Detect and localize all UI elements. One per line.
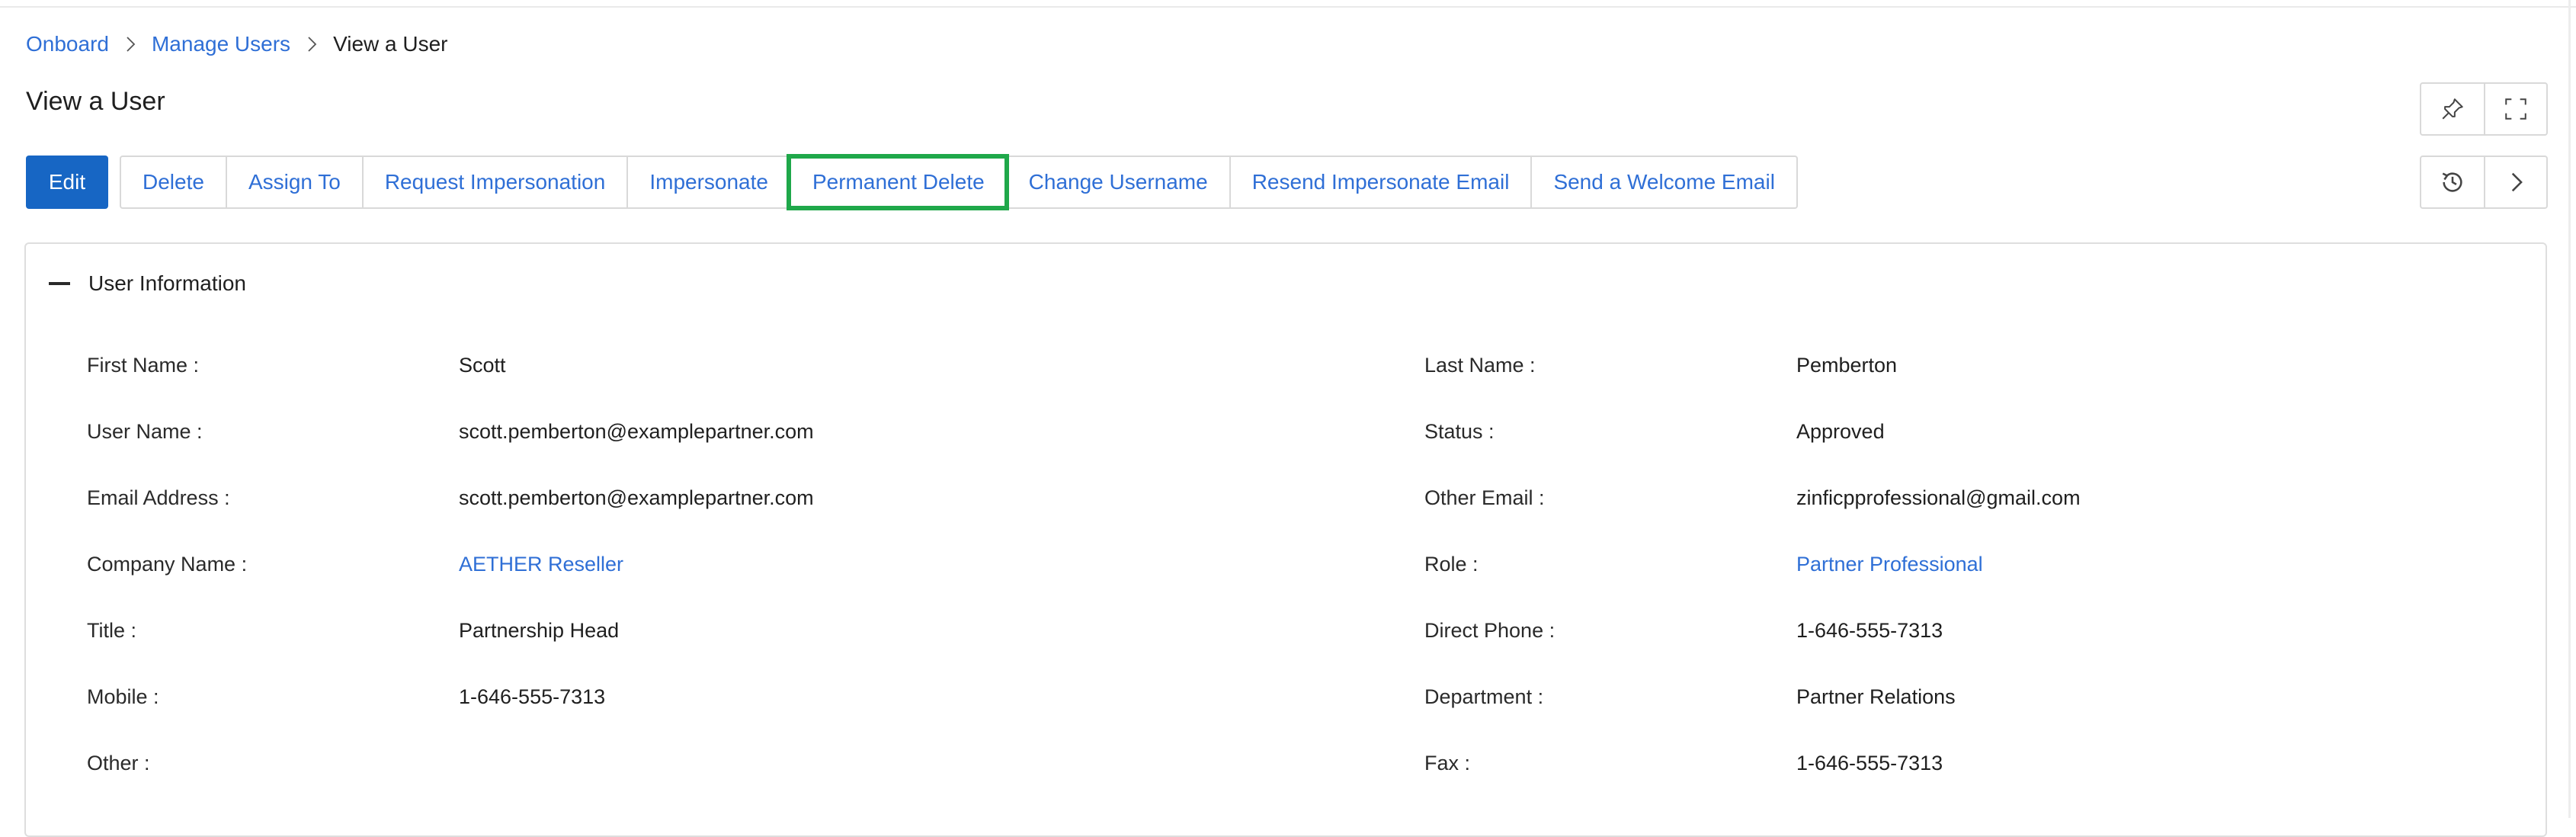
assign-to-button[interactable]: Assign To [225, 157, 362, 207]
next-record-button[interactable] [2484, 157, 2546, 207]
history-icon [2442, 172, 2462, 192]
department-label: Department : [1424, 685, 1544, 708]
company-name-link[interactable]: AETHER Reseller [459, 553, 623, 576]
title-label: Title : [87, 619, 137, 642]
resend-impersonate-email-button[interactable]: Resend Impersonate Email [1229, 157, 1531, 207]
company-name-label: Company Name : [87, 553, 248, 576]
fullscreen-icon [2505, 98, 2526, 120]
change-username-button[interactable]: Change Username [1005, 157, 1229, 207]
direct-phone-label: Direct Phone : [1424, 619, 1556, 642]
pin-icon [2442, 98, 2463, 120]
breadcrumb-onboard[interactable]: Onboard [26, 32, 109, 56]
title-value: Partnership Head [459, 619, 620, 642]
impersonate-button[interactable]: Impersonate [626, 157, 790, 207]
status-value: Approved [1796, 420, 1885, 443]
role-link[interactable]: Partner Professional [1796, 553, 1983, 576]
fax-value: 1-646-555-7313 [1796, 752, 1943, 774]
first-name-value: Scott [459, 354, 506, 377]
other-label: Other : [87, 752, 150, 774]
breadcrumb: Onboard Manage Users View a User [26, 29, 448, 59]
page-title: View a User [26, 87, 165, 116]
action-toolbar: Delete Assign To Request Impersonation I… [120, 154, 1798, 210]
collapse-icon[interactable] [49, 282, 70, 285]
fax-label: Fax : [1424, 752, 1471, 774]
other-email-label: Other Email : [1424, 486, 1545, 509]
email-address-value: scott.pemberton@examplepartner.com [459, 486, 814, 509]
mobile-value: 1-646-555-7313 [459, 685, 606, 708]
user-name-label: User Name : [87, 420, 203, 443]
status-label: Status : [1424, 420, 1495, 443]
top-divider [0, 6, 2576, 8]
chevron-right-icon [109, 35, 152, 53]
fullscreen-button[interactable] [2484, 84, 2546, 134]
send-welcome-email-button[interactable]: Send a Welcome Email [1530, 157, 1796, 207]
record-controls [2420, 156, 2548, 209]
view-controls [2420, 82, 2548, 136]
breadcrumb-current: View a User [333, 32, 448, 56]
delete-button[interactable]: Delete [121, 157, 226, 207]
other-email-value: zinficpprofessional@gmail.com [1796, 486, 2081, 509]
mobile-label: Mobile : [87, 685, 159, 708]
breadcrumb-manage-users[interactable]: Manage Users [152, 32, 290, 56]
user-name-value: scott.pemberton@examplepartner.com [459, 420, 814, 443]
department-value: Partner Relations [1796, 685, 1956, 708]
last-name-label: Last Name : [1424, 354, 1536, 377]
last-name-value: Pemberton [1796, 354, 1898, 377]
right-scroll-edge [2568, 0, 2571, 818]
section-title: User Information [88, 271, 246, 295]
chevron-right-icon [2511, 172, 2523, 192]
pin-button[interactable] [2421, 84, 2484, 134]
request-impersonation-button[interactable]: Request Impersonation [361, 157, 627, 207]
first-name-label: First Name : [87, 354, 200, 377]
direct-phone-value: 1-646-555-7313 [1796, 619, 1943, 642]
email-address-label: Email Address : [87, 486, 230, 509]
role-label: Role : [1424, 553, 1479, 576]
history-button[interactable] [2421, 157, 2484, 207]
user-information-panel: User Information First Name : Scott User… [24, 242, 2547, 837]
edit-button[interactable]: Edit [26, 156, 108, 209]
section-header[interactable]: User Information [49, 271, 246, 296]
chevron-right-icon [290, 35, 333, 53]
permanent-delete-button[interactable]: Permanent Delete [786, 154, 1009, 210]
